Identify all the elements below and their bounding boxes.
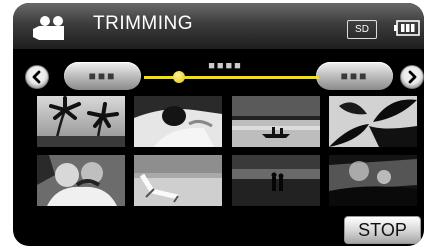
movie-camera-icon <box>33 16 64 40</box>
thumbnail-couple-embracing[interactable] <box>37 155 125 206</box>
next-button[interactable] <box>400 65 424 89</box>
end-point-button[interactable]: ■■■ <box>316 62 393 90</box>
camera-screen: TRIMMING SD ■■■ ■■■ ■■■■ STOP <box>13 3 424 246</box>
chevron-right-icon <box>408 70 417 84</box>
page-title: TRIMMING <box>93 13 194 34</box>
end-point-label: ■■■ <box>340 69 369 83</box>
frame-counter: ■■■■ <box>208 60 243 72</box>
start-point-button[interactable]: ■■■ <box>64 62 141 90</box>
header-bar: TRIMMING SD <box>13 3 424 49</box>
battery-icon <box>394 20 420 36</box>
thumbnail-couple-on-shore[interactable] <box>232 155 320 206</box>
thumbnail-leaf-silhouette[interactable] <box>329 96 417 147</box>
chevron-left-icon <box>32 70 41 84</box>
prev-button[interactable] <box>25 65 49 89</box>
start-point-label: ■■■ <box>88 69 117 83</box>
thumbnail-canoe-at-dusk[interactable] <box>232 96 320 147</box>
sd-card-badge: SD <box>347 20 377 39</box>
playback-position-handle[interactable] <box>173 71 185 83</box>
thumbnail-woman-resting[interactable] <box>134 96 222 147</box>
trim-range-bar[interactable] <box>144 76 319 79</box>
thumbnail-ocean-sparkle[interactable] <box>329 155 417 206</box>
thumbnail-beach-lounger[interactable] <box>134 155 222 206</box>
thumbnail-palm-trees[interactable] <box>37 96 125 147</box>
stop-button[interactable]: STOP <box>344 216 421 244</box>
